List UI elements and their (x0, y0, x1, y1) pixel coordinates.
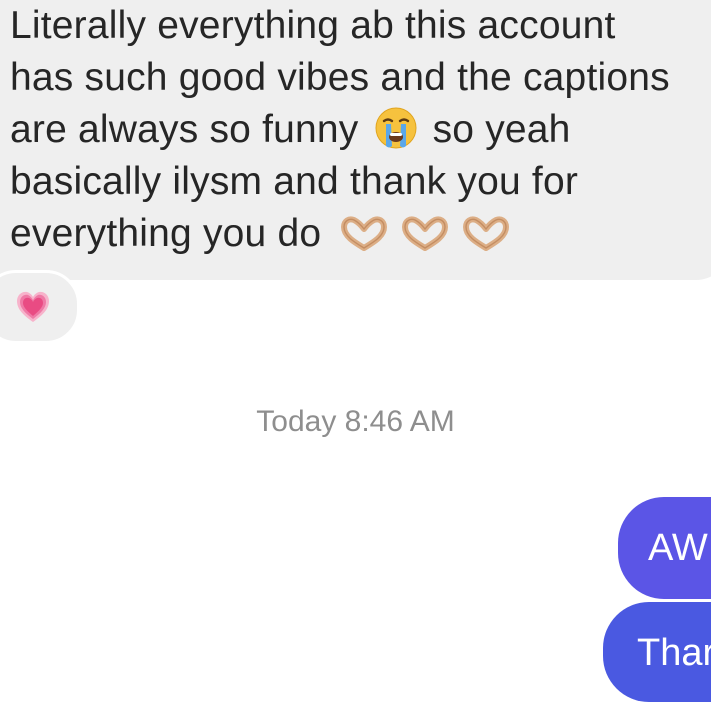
outgoing-message-bubble[interactable]: Thar (603, 602, 711, 702)
message-line-5-text: everything you do (10, 212, 322, 255)
message-line-5: everything you do (10, 208, 711, 266)
loudly-crying-face-icon (375, 107, 417, 149)
growing-heart-icon (17, 291, 49, 322)
heart-hands-group (340, 214, 512, 266)
heart-hands-icon (463, 216, 510, 251)
message-line-2: has such good vibes and the captions (10, 56, 670, 99)
message-timestamp: Today 8:46 AM (256, 405, 455, 438)
outgoing-message-bubble[interactable]: AW (618, 497, 711, 599)
message-line-3-text-b: so yeah (432, 108, 571, 151)
message-line-4: basically ilysm and thank you for (10, 160, 579, 203)
dm-thread-screen: Literally everything ab this account has… (0, 0, 711, 711)
message-reaction[interactable] (0, 270, 80, 344)
message-line-3-text-a: are always so funny (10, 108, 359, 151)
message-line-1: Literally everything ab this account (10, 4, 616, 47)
incoming-message-text: Literally everything ab this account has… (10, 0, 711, 266)
heart-hands-icon (402, 216, 449, 251)
outgoing-message-text: AW (648, 527, 708, 569)
message-line-3: are always so funny so yeah (10, 104, 711, 156)
outgoing-message-text: Thar (637, 632, 711, 674)
heart-hands-icon (341, 216, 388, 251)
